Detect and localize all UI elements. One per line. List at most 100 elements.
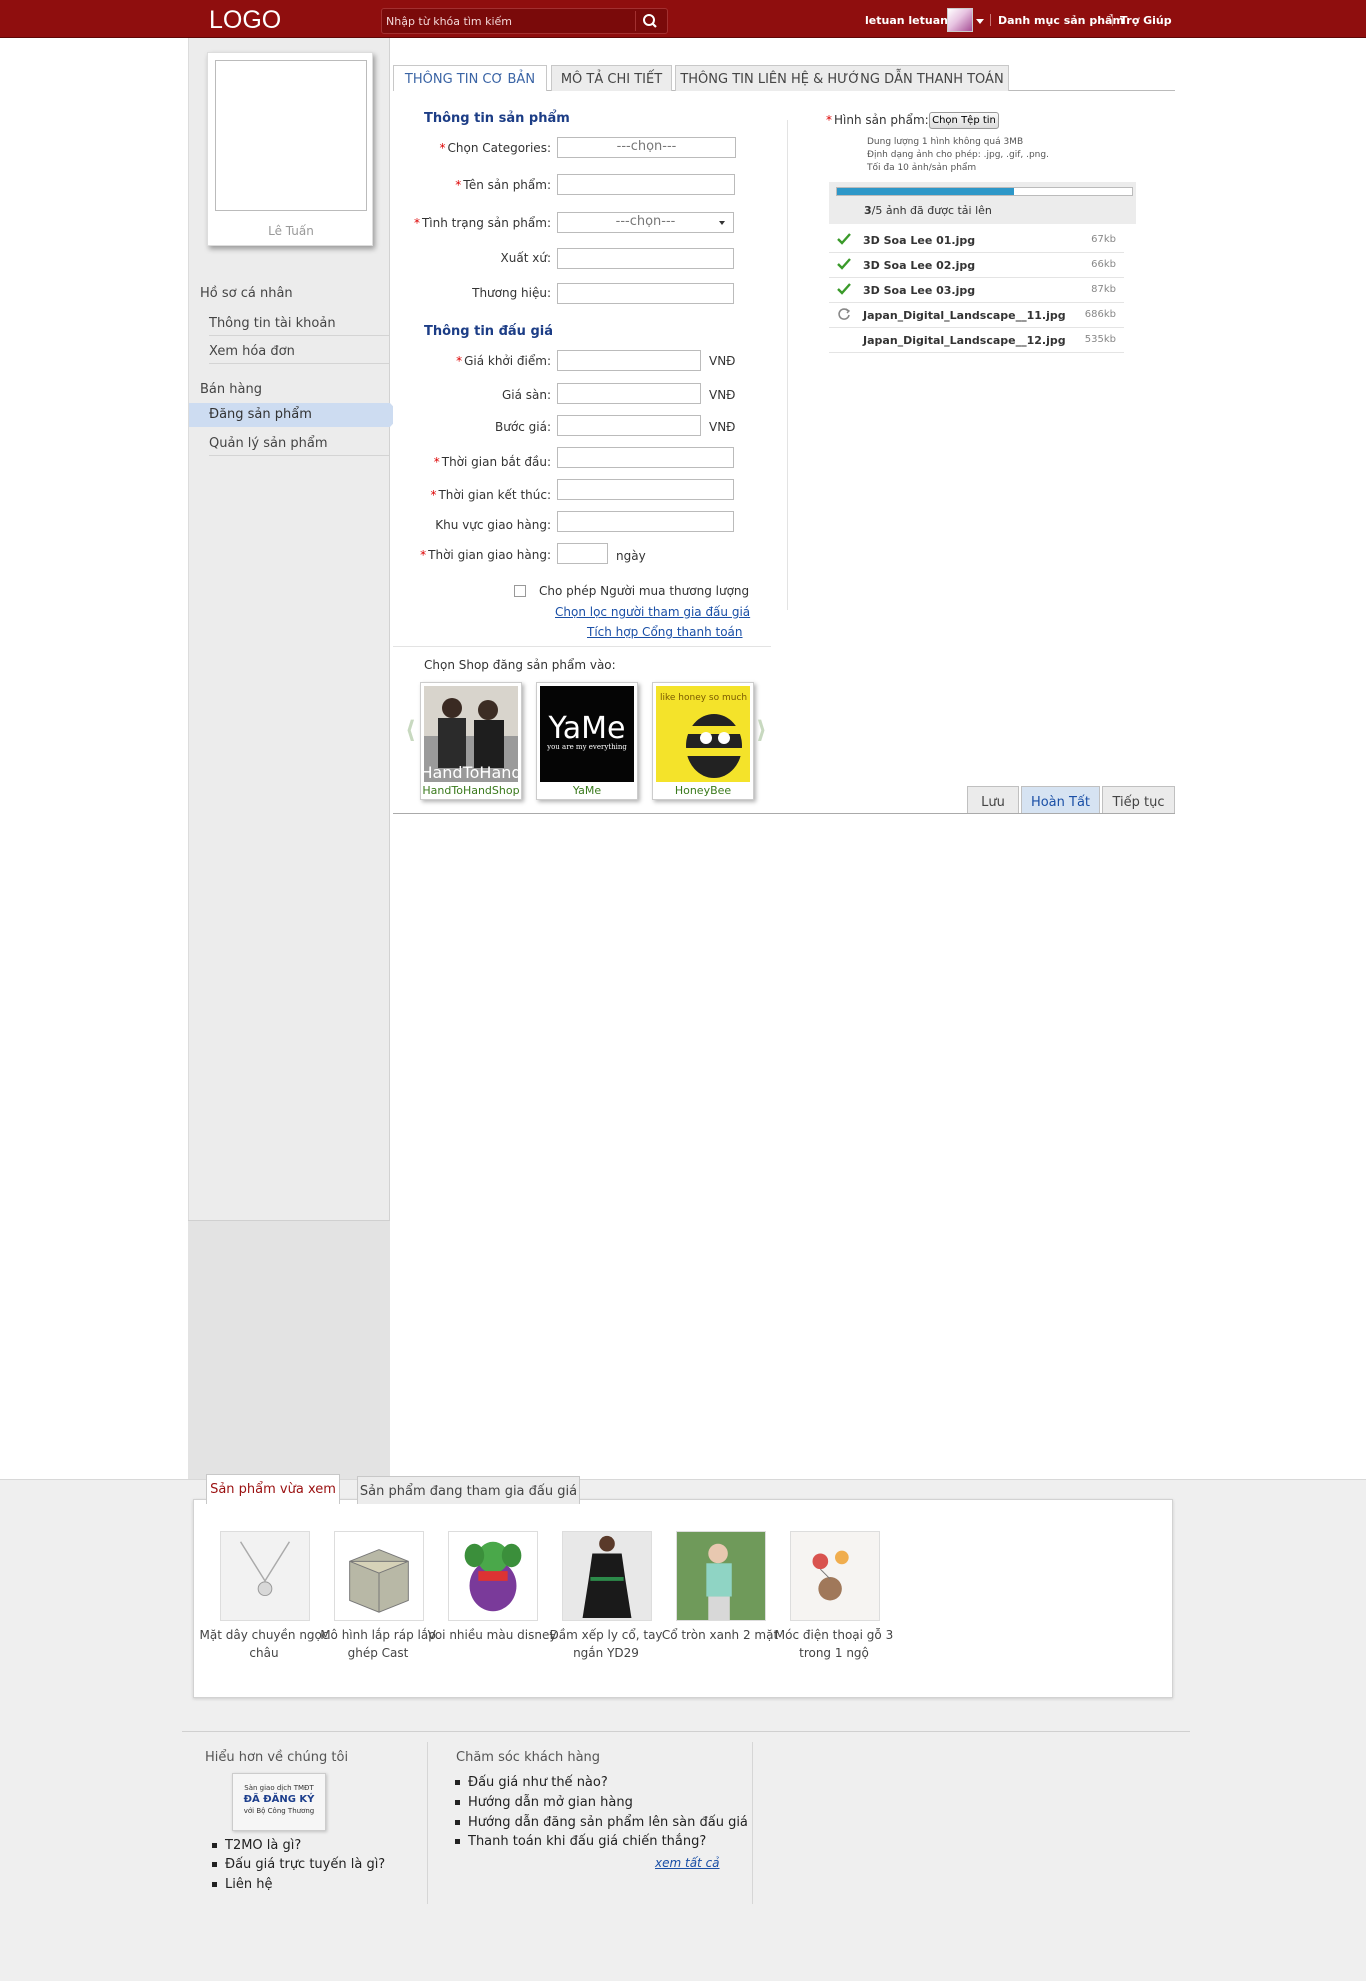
file-row: 3D Soa Lee 02.jpg 66kb bbox=[829, 253, 1124, 278]
form-bottom-border bbox=[393, 813, 1175, 814]
delivery-time-input[interactable] bbox=[557, 543, 608, 564]
footer-link[interactable]: Hướng dẫn mở gian hàng bbox=[455, 1795, 633, 1810]
loading-icon bbox=[838, 308, 851, 320]
see-all-link[interactable]: xem tất cả bbox=[655, 1856, 720, 1870]
help-link[interactable]: Trợ Giúp bbox=[1120, 14, 1172, 27]
shop-name: YaMe bbox=[572, 784, 602, 797]
check-icon bbox=[837, 233, 851, 245]
tab-contact-payment[interactable]: THÔNG TIN LIÊN HỆ & HƯỚNG DẪN THANH TOÁN bbox=[675, 65, 1009, 91]
search-input[interactable] bbox=[386, 12, 634, 30]
choose-file-button[interactable]: Chọn Tệp tin bbox=[929, 112, 999, 129]
product-thumbnail bbox=[220, 1531, 310, 1621]
sidebar-item-invoices[interactable]: Xem hóa đơn bbox=[209, 340, 389, 364]
currency-unit: VNĐ bbox=[709, 354, 736, 368]
sidebar-group-profile: Hồ sơ cá nhân bbox=[200, 286, 293, 301]
footer-link[interactable]: Liên hệ bbox=[212, 1877, 272, 1892]
product-name-label: * Tên sản phẩm: bbox=[455, 178, 551, 192]
floor-price-label: Giá sàn: bbox=[501, 388, 551, 402]
search-button[interactable] bbox=[635, 11, 665, 31]
negotiate-checkbox[interactable] bbox=[514, 585, 526, 597]
origin-input[interactable] bbox=[557, 248, 734, 269]
shop-card[interactable]: YaMe you are my everything YaMe bbox=[536, 682, 638, 800]
chevron-left-icon[interactable]: ⟨ bbox=[405, 716, 416, 744]
delivery-time-label: * Thời gian giao hàng: bbox=[420, 548, 551, 562]
shop-card[interactable]: HandToHand HandToHandShop bbox=[420, 682, 522, 800]
footer-link[interactable]: T2MO là gì? bbox=[212, 1838, 301, 1853]
sidebar-item-manage-products[interactable]: Quản lý sản phẩm bbox=[209, 432, 389, 456]
footer-link[interactable]: Hướng dẫn đăng sản phẩm lên sàn đấu giá bbox=[455, 1815, 748, 1830]
status-select-value: ---chọn--- bbox=[615, 214, 676, 229]
price-step-input[interactable] bbox=[557, 415, 701, 436]
product-thumbnail bbox=[562, 1531, 652, 1621]
brand-input[interactable] bbox=[557, 283, 734, 304]
continue-button[interactable]: Tiếp tục bbox=[1102, 786, 1175, 814]
end-time-input[interactable] bbox=[557, 479, 734, 500]
file-row: Japan_Digital_Landscape__12.jpg 535kb bbox=[829, 328, 1124, 353]
registered-badge[interactable]: Sàn giao dịch TMĐT ĐÃ ĐĂNG KÝ với Bộ Côn… bbox=[232, 1773, 326, 1831]
footer-care-title: Chăm sóc khách hàng bbox=[456, 1750, 601, 1765]
origin-label: Xuất xứ: bbox=[500, 251, 551, 265]
file-name: Japan_Digital_Landscape__11.jpg bbox=[863, 309, 1066, 322]
start-price-input[interactable] bbox=[557, 350, 701, 371]
category-menu-link[interactable]: Danh mục sản phẩm bbox=[998, 14, 1124, 27]
save-button[interactable]: Lưu bbox=[967, 786, 1019, 814]
product-name: Mô hình lắp ráp lắp ghép Cast bbox=[320, 1628, 436, 1660]
sidebar-item-account-info[interactable]: Thông tin tài khoản bbox=[209, 312, 389, 336]
product-name-input[interactable] bbox=[557, 174, 735, 195]
start-time-label: * Thời gian bắt đầu: bbox=[433, 455, 551, 469]
footer-link[interactable]: Đấu giá trực tuyến là gì? bbox=[212, 1857, 385, 1872]
product-name: Đầm xếp ly cổ, tay ngắn YD29 bbox=[549, 1628, 663, 1660]
product-status-select[interactable]: ---chọn--- bbox=[557, 212, 734, 233]
shop-logo-text: HandToHand bbox=[424, 763, 518, 782]
separator bbox=[1112, 14, 1113, 26]
payment-gateway-link[interactable]: Tích hợp Cổng thanh toán bbox=[587, 625, 743, 639]
file-size: 87kb bbox=[1091, 284, 1116, 295]
tab-recently-viewed[interactable]: Sản phẩm vừa xem bbox=[206, 1474, 340, 1504]
footer-link[interactable]: Thanh toán khi đấu giá chiến thắng? bbox=[455, 1834, 706, 1849]
profile-name: Lê Tuấn bbox=[268, 224, 314, 238]
currency-unit: VNĐ bbox=[709, 420, 736, 434]
profile-avatar[interactable] bbox=[215, 60, 367, 211]
sidebar-item-post-product[interactable]: Đăng sản phẩm bbox=[189, 403, 390, 427]
upload-progress-fill bbox=[837, 188, 1014, 195]
file-size: 66kb bbox=[1091, 259, 1116, 270]
check-icon bbox=[837, 283, 851, 295]
finish-button[interactable]: Hoàn Tất bbox=[1021, 786, 1100, 814]
end-time-label: * Thời gian kết thúc: bbox=[430, 488, 551, 502]
start-time-input[interactable] bbox=[557, 447, 734, 468]
shop-logo-text: YaMe bbox=[548, 711, 626, 746]
shop-logo-subtext: you are my everything bbox=[546, 743, 627, 751]
filter-bidders-link[interactable]: Chọn lọc người tham gia đấu giá bbox=[555, 605, 750, 619]
user-avatar[interactable] bbox=[947, 8, 973, 32]
shop-logo: like honey so much bbox=[656, 686, 750, 782]
sidebar-group-selling: Bán hàng bbox=[200, 382, 262, 397]
separator bbox=[990, 14, 991, 26]
start-price-label: * Giá khởi điểm: bbox=[456, 354, 551, 368]
footer-column-divider bbox=[752, 1742, 753, 1904]
upload-count: 3/5 ảnh đã được tải lên bbox=[864, 204, 992, 217]
file-size: 686kb bbox=[1084, 309, 1116, 320]
footer-link[interactable]: Đấu giá như thế nào? bbox=[455, 1775, 608, 1790]
top-header: LOGO letuan letuan... Danh mục sản phẩm … bbox=[0, 0, 1366, 38]
shop-card[interactable]: like honey so much HoneyBee bbox=[652, 682, 754, 800]
upload-note: Dung lượng 1 hình không quá 3MB bbox=[867, 137, 1024, 147]
product-status-label: * Tình trạng sản phẩm: bbox=[413, 216, 551, 230]
chevron-right-icon[interactable]: ⟩ bbox=[756, 716, 767, 744]
price-step-label: Bước giá: bbox=[495, 420, 551, 434]
delivery-area-input[interactable] bbox=[557, 511, 734, 532]
file-name: 3D Soa Lee 03.jpg bbox=[863, 284, 976, 297]
shop-name: HoneyBee bbox=[674, 784, 732, 797]
column-divider bbox=[787, 120, 788, 610]
product-info-title: Thông tin sản phẩm bbox=[424, 111, 570, 126]
auction-info-title: Thông tin đấu giá bbox=[424, 324, 553, 339]
chevron-down-icon[interactable] bbox=[976, 19, 984, 24]
tab-bidding-products[interactable]: Sản phẩm đang tham gia đấu giá bbox=[357, 1476, 580, 1504]
product-thumbnail bbox=[448, 1531, 538, 1621]
tab-basic-info[interactable]: THÔNG TIN CƠ BẢN bbox=[393, 65, 547, 92]
file-row: 3D Soa Lee 03.jpg 87kb bbox=[829, 278, 1124, 303]
category-select[interactable]: ---chọn--- bbox=[557, 137, 736, 158]
shop-name: HandToHandShop bbox=[422, 784, 520, 797]
site-logo[interactable]: LOGO bbox=[209, 6, 281, 35]
floor-price-input[interactable] bbox=[557, 383, 701, 404]
tab-detail-description[interactable]: MÔ TẢ CHI TIẾT bbox=[551, 65, 672, 91]
